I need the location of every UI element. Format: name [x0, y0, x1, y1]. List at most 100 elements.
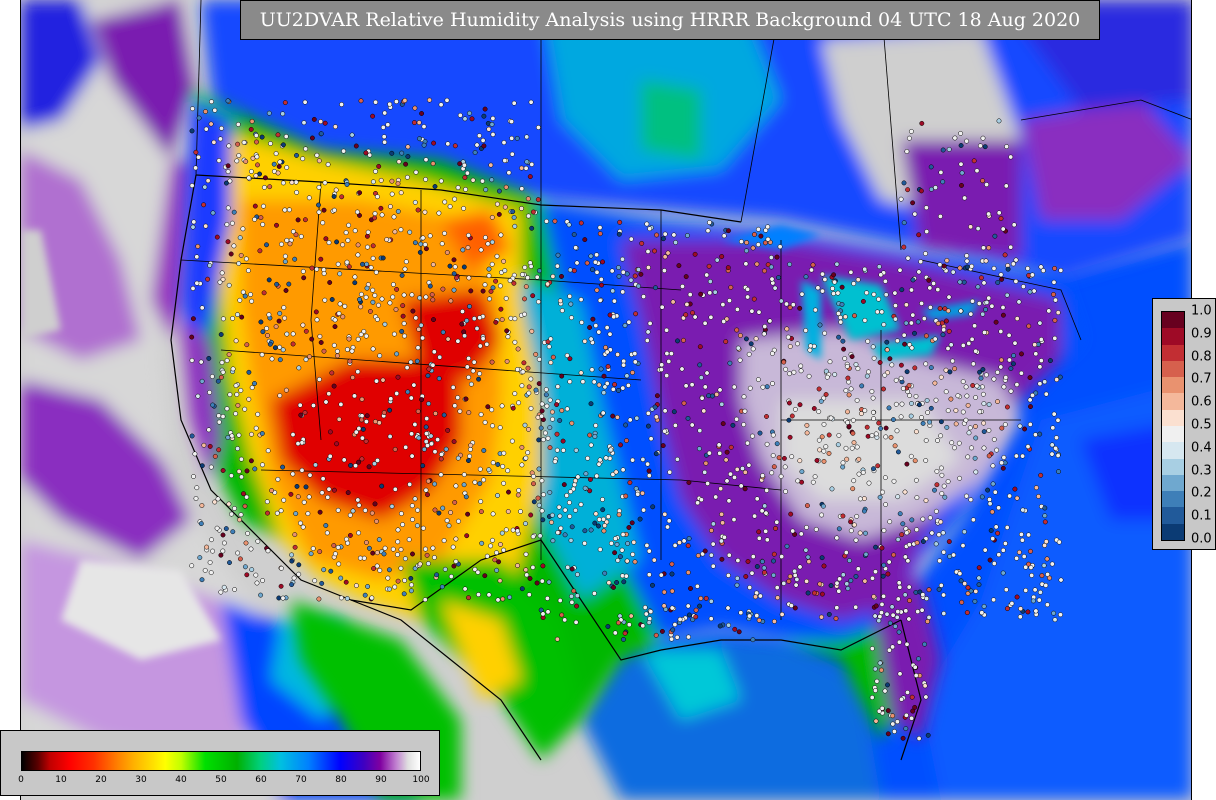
- observation-point: [567, 293, 573, 299]
- observation-point: [853, 362, 859, 367]
- observation-point: [852, 313, 857, 319]
- observation-point: [991, 376, 997, 382]
- observation-point: [725, 572, 731, 578]
- observation-point: [239, 314, 245, 320]
- observation-point: [685, 543, 691, 549]
- observation-point: [420, 235, 426, 241]
- observation-point: [487, 296, 492, 302]
- observation-point: [990, 536, 996, 542]
- observation-point: [781, 580, 787, 586]
- observation-point: [335, 544, 341, 550]
- observation-point: [1043, 391, 1049, 397]
- observation-point: [999, 425, 1005, 431]
- observation-point: [897, 511, 903, 517]
- observation-point: [844, 456, 850, 462]
- observation-point: [940, 332, 946, 338]
- observation-point: [759, 559, 765, 565]
- observation-point: [461, 472, 467, 478]
- observation-point: [316, 596, 322, 602]
- observation-point: [618, 442, 623, 448]
- observation-point: [901, 244, 907, 250]
- observation-point: [692, 314, 698, 320]
- observation-point: [899, 401, 905, 407]
- observation-point: [848, 386, 854, 392]
- observation-point: [290, 341, 296, 347]
- observation-point: [878, 272, 884, 278]
- observation-point: [466, 355, 472, 361]
- observation-point: [467, 453, 473, 459]
- observation-point: [936, 586, 942, 592]
- observation-point: [438, 456, 444, 462]
- observation-point: [747, 385, 753, 391]
- observation-point: [485, 404, 491, 410]
- observation-point: [843, 388, 849, 394]
- observation-point: [602, 570, 608, 576]
- observation-point: [637, 516, 643, 522]
- observation-point: [883, 434, 889, 440]
- observation-point: [452, 264, 458, 270]
- observation-point: [658, 572, 664, 578]
- observation-point: [980, 311, 986, 317]
- observation-point: [980, 178, 986, 184]
- observation-point: [307, 354, 312, 360]
- observation-point: [702, 320, 708, 326]
- observation-point: [361, 555, 367, 561]
- observation-point: [559, 273, 564, 279]
- observation-point: [862, 266, 868, 272]
- observation-point: [396, 159, 402, 165]
- observation-point: [370, 346, 376, 352]
- observation-point: [628, 277, 634, 283]
- observation-point: [567, 513, 573, 519]
- observation-point: [880, 573, 886, 579]
- observation-point: [404, 174, 410, 180]
- observation-point: [612, 550, 618, 556]
- observation-point: [488, 162, 494, 168]
- observation-point: [481, 477, 487, 483]
- rh-colorbar-gradient: [21, 751, 421, 771]
- map-canvas: [21, 0, 1191, 800]
- observation-point: [511, 100, 517, 106]
- observation-point: [516, 487, 522, 493]
- observation-point: [684, 301, 690, 307]
- observation-point: [640, 457, 646, 462]
- observation-point: [647, 320, 653, 326]
- observation-point: [423, 294, 429, 300]
- observation-point: [197, 555, 203, 561]
- observation-point: [940, 530, 946, 536]
- observation-point: [573, 447, 579, 453]
- observation-point: [557, 598, 563, 603]
- observation-point: [488, 543, 494, 549]
- observation-point: [875, 463, 881, 469]
- observation-point: [390, 294, 396, 300]
- observation-point: [530, 534, 536, 540]
- observation-point: [661, 603, 667, 609]
- observation-point: [499, 403, 505, 409]
- observation-point: [959, 182, 964, 188]
- observation-point: [389, 503, 395, 509]
- observation-point: [894, 428, 900, 434]
- observation-point: [436, 376, 442, 381]
- observation-point: [318, 256, 324, 262]
- observation-point: [772, 285, 778, 291]
- observation-point: [347, 512, 353, 518]
- observation-point: [190, 316, 196, 322]
- observation-point: [274, 222, 279, 228]
- observation-point: [834, 535, 840, 541]
- observation-point: [761, 331, 767, 337]
- observation-point: [363, 438, 369, 444]
- observation-point: [787, 573, 793, 579]
- observation-point: [254, 139, 259, 145]
- observation-point: [370, 255, 376, 261]
- observation-point: [301, 499, 307, 505]
- observation-point: [408, 359, 414, 365]
- observation-point: [523, 455, 529, 461]
- observation-point: [634, 415, 640, 421]
- observation-point: [688, 586, 693, 591]
- observation-point: [789, 413, 795, 419]
- observation-point: [908, 453, 914, 459]
- observation-point: [529, 328, 535, 334]
- observation-point: [536, 268, 542, 274]
- observation-point: [829, 486, 835, 492]
- observation-point: [640, 623, 646, 629]
- observation-point: [232, 587, 238, 592]
